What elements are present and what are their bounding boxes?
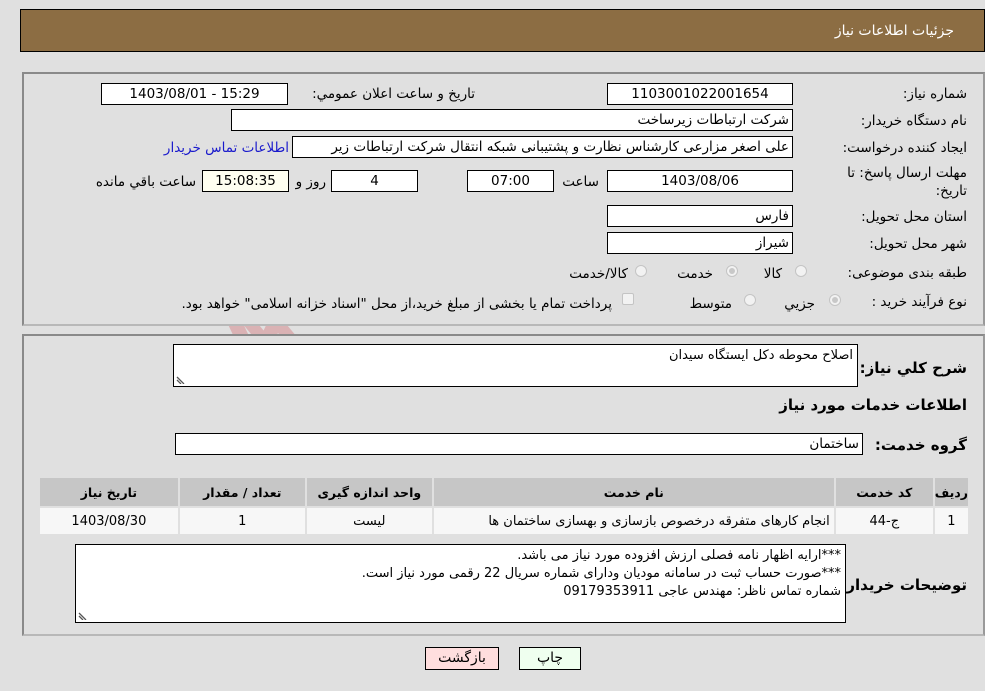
buyer-notes-label: توضيحات خريدار: xyxy=(840,576,967,594)
category-goods-service-label: کالا/خدمت xyxy=(569,266,628,282)
remaining-days-label: روز و xyxy=(295,174,326,190)
col-need-date: تاريخ نياز xyxy=(40,478,178,506)
cell-service-name: انجام کارهای متفرقه درخصوص بازسازی و بهس… xyxy=(433,508,834,534)
category-goods-label: کالا xyxy=(763,266,782,282)
cell-unit: لیست xyxy=(306,508,432,534)
col-service-name: نام خدمت xyxy=(433,478,834,506)
services-section-title: اطلاعات خدمات مورد نياز xyxy=(779,396,967,414)
description-label: شرح کلي نياز: xyxy=(859,359,967,377)
print-button[interactable]: چاپ xyxy=(519,647,581,670)
remaining-time-field: 15:08:35 xyxy=(202,170,289,192)
page-header: جزئيات اطلاعات نیاز xyxy=(20,9,985,52)
category-label: طبقه بندی موضوعی: xyxy=(847,265,967,281)
description-textarea[interactable]: اصلاح محوطه دکل ایستگاه سیدان xyxy=(173,344,858,387)
remaining-days-field[interactable]: 4 xyxy=(331,170,418,192)
services-table-header: رديف کد خدمت نام خدمت واحد اندازه گيری ت… xyxy=(40,478,968,506)
need-number-field[interactable]: 1103001022001654 xyxy=(607,83,793,105)
category-radio-goods-service[interactable] xyxy=(635,265,647,277)
province-label: استان محل تحویل: xyxy=(861,209,967,225)
deadline-date-field[interactable]: 1403/08/06 xyxy=(607,170,793,192)
purchase-type-medium-label: متوسط xyxy=(689,296,732,312)
purchase-type-radio-medium[interactable] xyxy=(744,294,756,306)
page-title: جزئيات اطلاعات نیاز xyxy=(834,23,954,39)
category-radio-goods[interactable] xyxy=(795,265,807,277)
buyer-contact-link[interactable]: اطلاعات تماس خریدار xyxy=(164,140,289,156)
cell-need-date: 1403/08/30 xyxy=(40,508,178,534)
col-row-number: رديف xyxy=(934,478,968,506)
purchase-type-radio-minor[interactable] xyxy=(829,294,841,306)
deadline-time-field[interactable]: 07:00 xyxy=(467,170,554,192)
back-button[interactable]: بازگشت xyxy=(425,647,499,670)
announce-datetime-field[interactable]: 1403/08/01 - 15:29 xyxy=(101,83,288,105)
resize-handle-icon[interactable] xyxy=(176,374,186,384)
cell-service-code: ج-44 xyxy=(835,508,933,534)
requester-field[interactable]: علی اصغر مزارعی کارشناس نظارت و پشتیبانی… xyxy=(292,136,793,158)
services-table: رديف کد خدمت نام خدمت واحد اندازه گيری ت… xyxy=(38,476,970,536)
service-group-field[interactable]: ساختمان xyxy=(175,433,863,455)
deadline-label: مهلت ارسال پاسخ: تا تاریخ: xyxy=(847,165,967,199)
buyer-note-line: ***صورت حساب ثبت در سامانه مودیان ودارای… xyxy=(361,566,841,581)
buyer-org-label: نام دستگاه خریدار: xyxy=(860,113,967,129)
buyer-note-line: شماره تماس ناظر: مهندس عاجی 09179353911 xyxy=(563,584,841,599)
table-row: 1 ج-44 انجام کارهای متفرقه درخصوص بازساز… xyxy=(40,508,968,534)
announce-datetime-label: تاريخ و ساعت اعلان عمومي: xyxy=(312,86,475,102)
treasury-checkbox-label: پرداخت تمام یا بخشی از مبلغ خرید،از محل … xyxy=(181,296,612,312)
requester-label: ایجاد کننده درخواست: xyxy=(842,140,967,156)
province-field[interactable]: فارس xyxy=(607,205,793,227)
category-service-label: خدمت xyxy=(677,266,713,282)
cell-quantity: 1 xyxy=(179,508,305,534)
service-group-label: گروه خدمت: xyxy=(874,436,967,454)
remaining-time-label: ساعت باقي مانده xyxy=(95,174,196,190)
description-text: اصلاح محوطه دکل ایستگاه سیدان xyxy=(668,348,853,363)
city-label: شهر محل تحویل: xyxy=(869,236,967,252)
buyer-note-line: ***ارایه اظهار نامه فصلی ارزش افزوده مور… xyxy=(517,548,841,563)
resize-handle-icon[interactable] xyxy=(78,610,88,620)
purchase-type-label: نوع فرآیند خرید : xyxy=(871,294,967,310)
buyer-notes-textarea[interactable]: ***ارایه اظهار نامه فصلی ارزش افزوده مور… xyxy=(75,544,846,623)
cell-row-number: 1 xyxy=(934,508,968,534)
city-field[interactable]: شیراز xyxy=(607,232,793,254)
col-quantity: تعداد / مقدار xyxy=(179,478,305,506)
col-unit: واحد اندازه گيری xyxy=(306,478,432,506)
col-service-code: کد خدمت xyxy=(835,478,933,506)
need-number-label: شماره نیاز: xyxy=(902,86,967,102)
purchase-type-minor-label: جزيي xyxy=(784,296,815,312)
buyer-org-field[interactable]: شرکت ارتباطات زیرساخت xyxy=(231,109,793,131)
deadline-time-label: ساعت xyxy=(562,174,599,190)
treasury-checkbox[interactable] xyxy=(622,293,634,305)
category-radio-service[interactable] xyxy=(726,265,738,277)
